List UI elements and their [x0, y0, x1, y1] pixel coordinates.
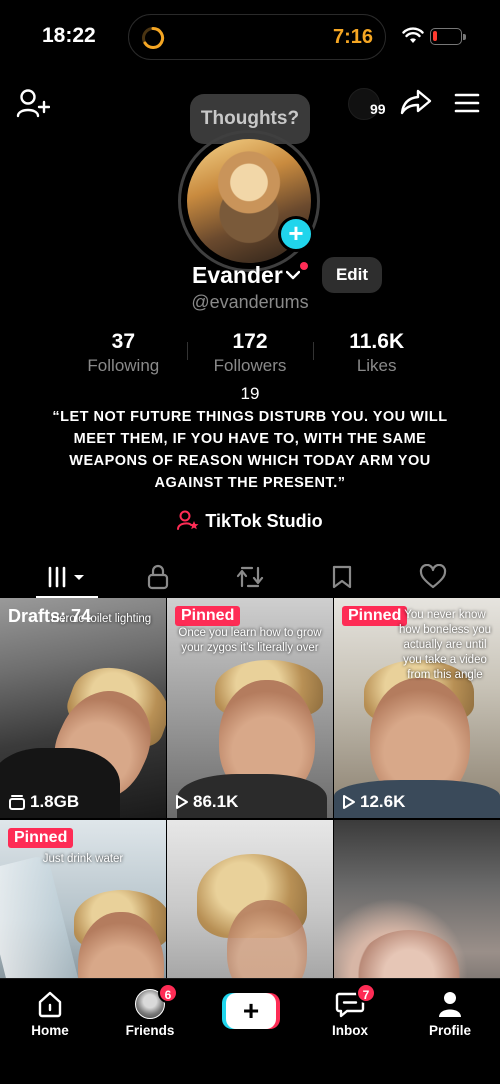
tab-videos[interactable] — [17, 556, 117, 598]
notification-count: 99 — [370, 101, 386, 117]
battery-level — [433, 31, 437, 41]
stat-value: 37 — [111, 330, 136, 353]
account-notification-dot — [300, 262, 308, 270]
video-tile[interactable]: Pinned You never know how boneless you a… — [334, 598, 500, 818]
plus-icon: + — [226, 993, 276, 1029]
stat-value: 11.6K — [349, 330, 405, 353]
bio-age: 19 — [240, 384, 260, 403]
wifi-icon — [402, 27, 424, 43]
profile-icon — [439, 992, 461, 1017]
status-time: 18:22 — [42, 24, 96, 47]
pinned-badge: Pinned — [8, 828, 74, 848]
tab-liked[interactable] — [383, 556, 483, 598]
timer-text: 7:16 — [332, 26, 373, 48]
nav-profile-label: Profile — [428, 1023, 471, 1038]
drafts-size: 1.8GB — [30, 792, 80, 811]
nav-profile[interactable]: Profile — [410, 989, 490, 1038]
pinned-badge: Pinned — [175, 606, 241, 626]
video-tile[interactable]: Pinned Once you learn how to grow your z… — [167, 598, 333, 818]
video-grid: Heroic toilet lighting Drafts: 74 1.8GB … — [0, 598, 500, 1040]
video-count: 1.8GB — [8, 792, 79, 812]
tab-favorites[interactable] — [292, 556, 392, 598]
bookmark-icon — [332, 565, 352, 589]
stat-followers[interactable]: 172 Followers — [186, 330, 314, 375]
video-caption: You never know how boneless you actually… — [398, 609, 492, 681]
nav-home[interactable]: Home — [10, 989, 90, 1038]
studio-person-star-icon — [177, 510, 199, 530]
add-story-icon[interactable]: + — [278, 216, 314, 252]
battery-icon — [430, 28, 466, 45]
edit-profile-button[interactable]: Edit — [322, 257, 382, 293]
stat-value: 172 — [232, 330, 268, 353]
profile-tabs — [0, 556, 500, 598]
view-count: 86.1K — [193, 792, 239, 811]
view-count: 12.6K — [360, 792, 406, 811]
stat-likes[interactable]: 11.6K Likes — [313, 330, 440, 375]
create-button[interactable]: + — [222, 993, 280, 1029]
friends-badge: 6 — [158, 983, 178, 1003]
video-caption: Just drink water — [42, 853, 124, 865]
nav-home-label: Home — [31, 1023, 69, 1038]
battery-nub — [463, 34, 466, 40]
studio-label: TikTok Studio — [205, 511, 323, 531]
repost-icon — [236, 566, 264, 588]
inbox-badge: 7 — [356, 983, 376, 1003]
stat-label: Likes — [356, 356, 397, 375]
tab-reposts[interactable] — [200, 556, 300, 598]
bio-quote: “LET NOT FUTURE THINGS DISTURB YOU. YOU … — [52, 409, 448, 491]
video-caption: Once you learn how to grow your zygos it… — [178, 627, 322, 654]
menu-icon[interactable] — [454, 92, 480, 114]
lock-icon — [147, 564, 169, 590]
stat-label: Following — [87, 356, 160, 375]
display-name[interactable]: Evander — [192, 262, 283, 289]
username-handle: @evanderums — [191, 292, 309, 312]
name-row: Evander Edit — [0, 257, 500, 293]
tab-private[interactable] — [108, 556, 208, 598]
heart-icon — [419, 564, 447, 589]
video-count: 86.1K — [175, 792, 238, 812]
chevron-down-icon[interactable] — [286, 270, 300, 280]
play-icon — [343, 795, 355, 809]
tiktok-studio-link[interactable]: TikTok Studio — [0, 510, 500, 532]
nav-inbox-label: Inbox — [332, 1023, 368, 1038]
avatar-container[interactable]: + — [178, 130, 322, 274]
timer-ring-icon — [142, 26, 165, 49]
drafts-tile[interactable]: Heroic toilet lighting Drafts: 74 1.8GB — [0, 598, 166, 818]
status-bar: 18:22 7:16 — [0, 0, 500, 76]
stat-following[interactable]: 37 Following — [60, 330, 187, 375]
stat-label: Followers — [213, 356, 287, 375]
share-icon[interactable] — [400, 88, 432, 116]
play-icon — [176, 795, 188, 809]
nav-friends[interactable]: 6 Friends — [110, 983, 190, 1038]
drafts-label: Drafts: 74 — [8, 606, 92, 626]
dynamic-island[interactable]: 7:16 — [128, 14, 386, 60]
profile-stats: 37 Following 172 Followers 11.6K Likes — [60, 330, 440, 375]
bottom-nav: Home 6 Friends + 7 Inbox Profile — [0, 978, 500, 1084]
videos-grid-icon — [48, 566, 84, 588]
video-count: 12.6K — [342, 792, 405, 812]
nav-inbox[interactable]: 7 Inbox — [310, 983, 390, 1038]
add-friend-icon[interactable] — [16, 88, 50, 118]
home-icon — [38, 991, 62, 1018]
drafts-stack-icon — [9, 795, 25, 810]
nav-friends-label: Friends — [125, 1023, 175, 1038]
